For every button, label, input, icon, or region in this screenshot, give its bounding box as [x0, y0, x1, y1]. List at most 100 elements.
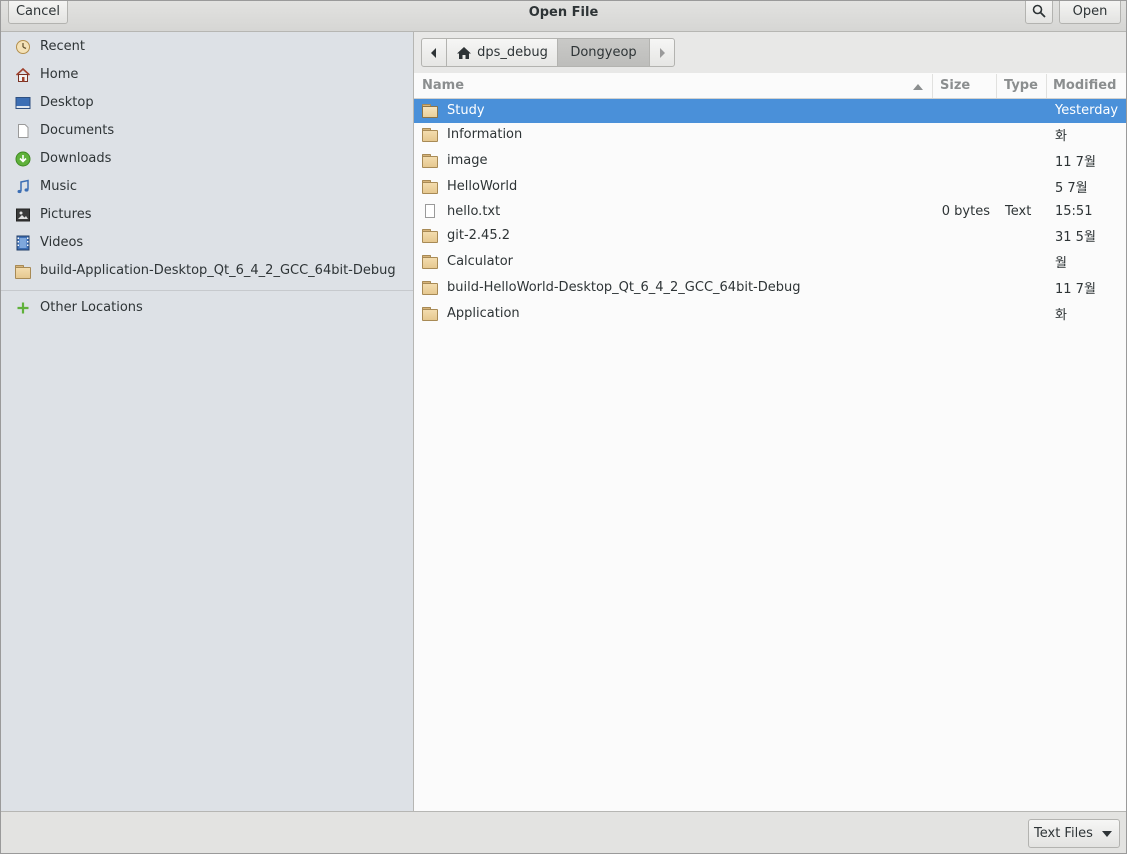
chevron-right-icon	[660, 47, 665, 58]
file-modified: Yesterday	[1055, 103, 1119, 118]
file-name: Calculator	[447, 254, 514, 269]
sidebar-item-label: Documents	[40, 123, 115, 138]
column-name-header[interactable]: Name	[422, 74, 923, 98]
chevron-down-icon	[1102, 831, 1112, 837]
file-row[interactable]: build-HelloWorld-Desktop_Qt_6_4_2_GCC_64…	[414, 276, 1126, 300]
file-row[interactable]: git-2.45.2 31 5월	[414, 224, 1126, 248]
column-divider	[1046, 74, 1047, 98]
file-browser: dps_debug Dongyeop Name Size Type Modifi…	[414, 32, 1126, 811]
sidebar-item-videos[interactable]: Videos	[1, 229, 413, 257]
file-name: Study	[447, 103, 485, 118]
sidebar-item-label: Music	[40, 179, 77, 194]
folder-icon	[15, 263, 31, 279]
file-name: build-HelloWorld-Desktop_Qt_6_4_2_GCC_64…	[447, 280, 801, 295]
open-button[interactable]: Open	[1059, 1, 1121, 24]
sidebar-item-documents[interactable]: Documents	[1, 117, 413, 145]
column-name-label: Name	[422, 78, 465, 93]
sidebar-separator	[1, 290, 413, 291]
file-filter-dropdown[interactable]: Text Files	[1028, 819, 1120, 848]
sidebar-item-label: Videos	[40, 235, 84, 250]
sidebar-item-label: Desktop	[40, 95, 94, 110]
file-size	[914, 175, 990, 199]
file-row[interactable]: image 11 7월	[414, 149, 1126, 173]
file-name: HelloWorld	[447, 179, 518, 194]
path-segment-label: dps_debug	[477, 45, 548, 60]
sidebar-item-label: Recent	[40, 39, 85, 54]
file-modified: 31 5월	[1055, 230, 1096, 245]
sidebar-item-pictures[interactable]: Pictures	[1, 201, 413, 229]
file-type: Text	[1005, 204, 1032, 219]
column-modified-header[interactable]: Modified	[1053, 74, 1116, 98]
file-row[interactable]: Calculator 월	[414, 250, 1126, 274]
file-row[interactable]: Study Yesterday	[414, 99, 1126, 123]
chevron-left-icon	[431, 47, 436, 58]
documents-icon	[15, 123, 31, 139]
sidebar-item-label: Home	[40, 67, 79, 82]
file-modified: 11 7월	[1055, 155, 1096, 170]
sidebar-item-other-locations[interactable]: Other Locations	[1, 294, 413, 322]
file-size	[914, 99, 990, 123]
sidebar-item-desktop[interactable]: Desktop	[1, 89, 413, 117]
column-header: Name Size Type Modified	[414, 74, 1126, 99]
folder-icon	[422, 179, 438, 195]
music-icon	[15, 179, 31, 195]
recent-icon	[15, 39, 31, 55]
file-row[interactable]: HelloWorld 5 7월	[414, 175, 1126, 199]
folder-icon	[422, 127, 438, 143]
file-modified: 화	[1055, 129, 1067, 144]
path-segment-current[interactable]: Dongyeop	[557, 38, 650, 67]
downloads-icon	[15, 151, 31, 167]
file-name: hello.txt	[447, 204, 501, 219]
sidebar-item-label: build-Application-Desktop_Qt_6_4_2_GCC_6…	[40, 263, 396, 278]
home-icon	[457, 46, 472, 59]
file-name: Information	[447, 127, 523, 142]
file-name: image	[447, 153, 488, 168]
pictures-icon	[15, 207, 31, 223]
file-modified: 월	[1055, 256, 1067, 271]
desktop-icon	[15, 95, 31, 111]
path-bar: dps_debug Dongyeop	[414, 32, 1126, 73]
sidebar-item-downloads[interactable]: Downloads	[1, 145, 413, 173]
text-file-icon	[422, 204, 438, 220]
file-size	[914, 224, 990, 248]
open-file-dialog: Cancel Open File Open Recent Home Deskto…	[0, 0, 1127, 854]
sidebar-item-label: Downloads	[40, 151, 112, 166]
column-divider	[932, 74, 933, 98]
file-modified: 5 7월	[1055, 181, 1088, 196]
folder-icon	[422, 306, 438, 322]
file-modified: 15:51	[1055, 204, 1093, 219]
path-back-button[interactable]	[421, 38, 447, 67]
file-size: 0 bytes	[941, 204, 990, 219]
file-size	[914, 250, 990, 274]
file-size	[914, 276, 990, 300]
file-name: Application	[447, 306, 520, 321]
folder-icon	[422, 153, 438, 169]
sidebar-item-recent[interactable]: Recent	[1, 33, 413, 61]
sidebar-item-home[interactable]: Home	[1, 61, 413, 89]
column-type-header[interactable]: Type	[1004, 74, 1038, 98]
filter-bar: Text Files	[1, 811, 1126, 853]
videos-icon	[15, 235, 31, 251]
sidebar-item-music[interactable]: Music	[1, 173, 413, 201]
sidebar-item-bookmark-folder[interactable]: build-Application-Desktop_Qt_6_4_2_GCC_6…	[1, 257, 413, 285]
file-modified: 화	[1055, 308, 1067, 323]
file-row[interactable]: Information 화	[414, 123, 1126, 147]
home-icon	[15, 67, 31, 83]
folder-icon	[422, 228, 438, 244]
file-size	[914, 123, 990, 147]
header-bar: Cancel Open File Open	[1, 1, 1126, 32]
search-button[interactable]	[1025, 1, 1053, 24]
file-row[interactable]: Application 화	[414, 302, 1126, 326]
sidebar-item-label: Other Locations	[40, 300, 143, 315]
folder-icon	[422, 254, 438, 270]
file-name: git-2.45.2	[447, 228, 511, 243]
sidebar-item-label: Pictures	[40, 207, 92, 222]
file-size	[914, 302, 990, 326]
file-row[interactable]: hello.txt 0 bytes Text 15:51	[414, 200, 1126, 224]
plus-icon	[15, 300, 31, 316]
folder-icon	[422, 103, 438, 119]
column-size-header[interactable]: Size	[940, 74, 970, 98]
path-segment-home[interactable]: dps_debug	[446, 38, 558, 67]
column-divider	[996, 74, 997, 98]
path-forward-button[interactable]	[649, 38, 675, 67]
